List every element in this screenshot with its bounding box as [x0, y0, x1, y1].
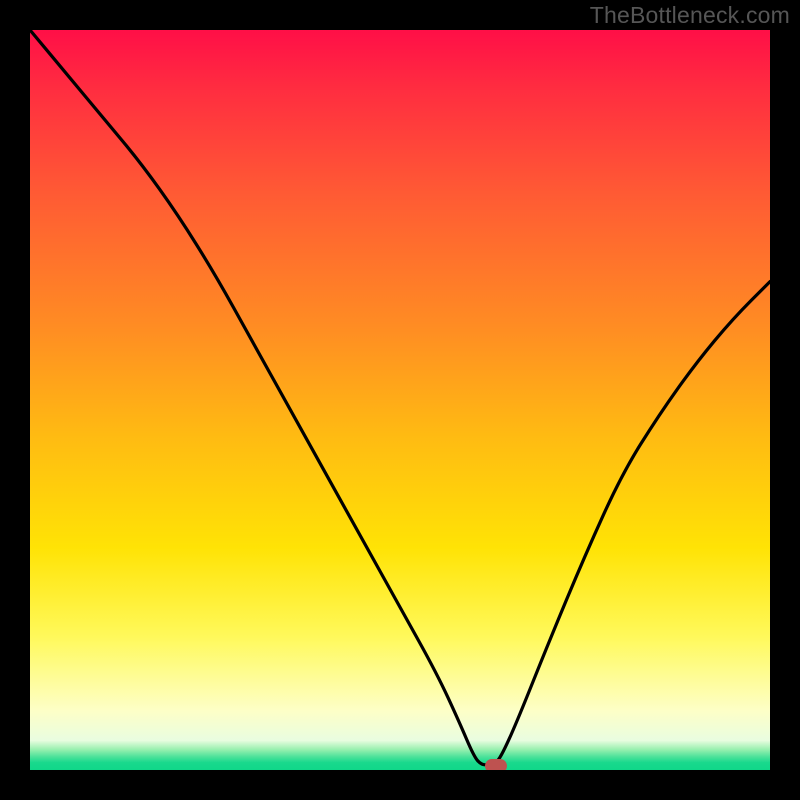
bottleneck-curve [30, 30, 770, 770]
trough-marker-icon [485, 759, 507, 770]
chart-frame: TheBottleneck.com [0, 0, 800, 800]
plot-area [30, 30, 770, 770]
attribution-label: TheBottleneck.com [590, 2, 790, 29]
